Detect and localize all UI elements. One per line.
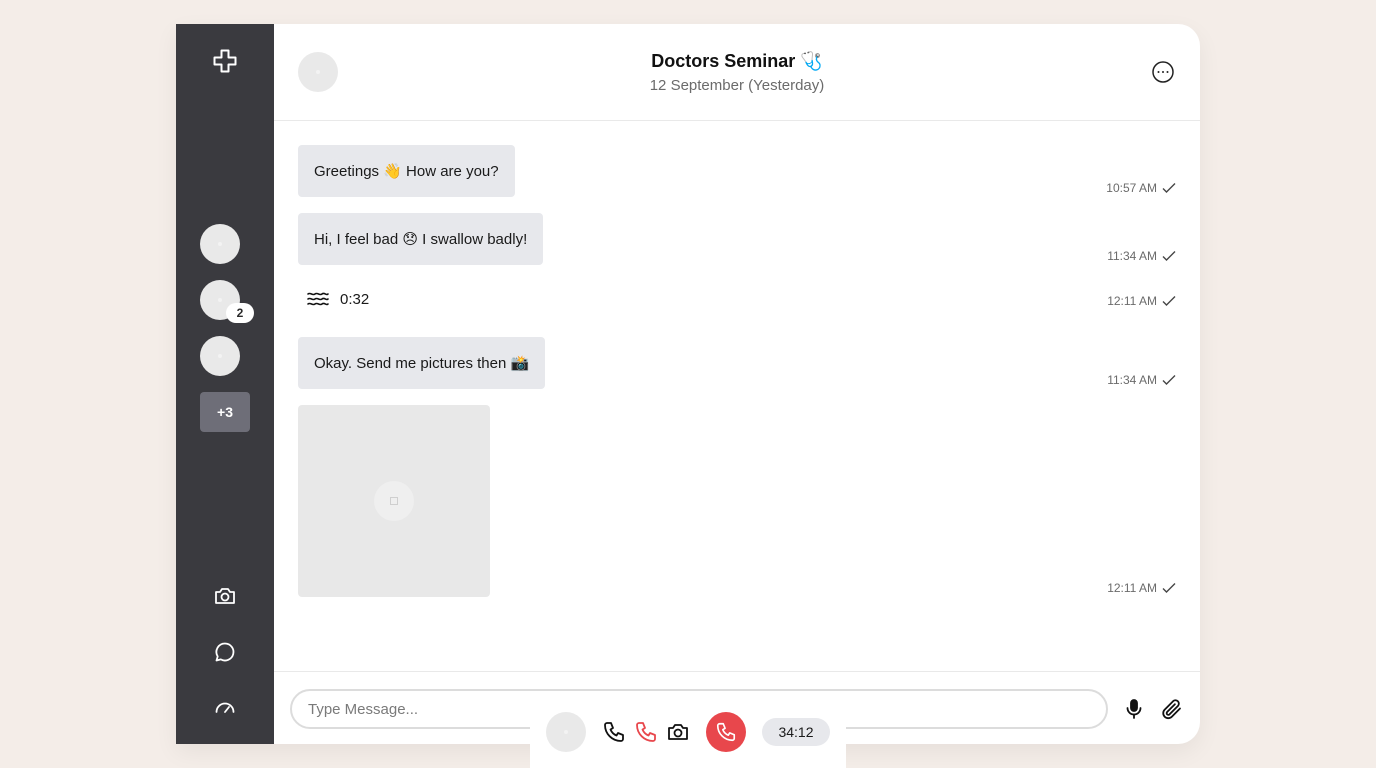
phone-red-icon[interactable] [634,720,658,744]
contact-avatar[interactable] [200,224,240,264]
chat-title: Doctors Seminar 🩺 [651,51,823,71]
message-timestamp: 12:11 AM [1107,581,1157,595]
check-icon [1162,582,1176,594]
sidebar: 2 +3 [176,24,274,744]
camera-icon[interactable] [213,584,237,608]
check-icon [1162,250,1176,262]
message-list: Greetings 👋 How are you? 10:57 AM Hi, I … [274,121,1200,671]
message-time: 10:57 AM [1106,181,1176,195]
hangup-button[interactable] [706,712,746,752]
voice-duration: 0:32 [340,290,370,308]
camera-icon[interactable] [666,720,690,744]
chat-window: 2 +3 Doctors Seminar 🩺 12 September (Yes… [176,24,1200,744]
chat-header: Doctors Seminar 🩺 12 September (Yesterda… [274,24,1200,121]
message-bubble[interactable]: Greetings 👋 How are you? [298,145,515,197]
message-bubble[interactable]: Okay. Send me pictures then 📸 [298,337,546,389]
hangup-icon [715,721,737,743]
more-options-icon[interactable] [1151,60,1175,84]
caller-avatar[interactable] [546,712,586,752]
chat-date: 12 September (Yesterday) [649,77,825,94]
check-icon [1162,182,1176,194]
message-time: 11:34 AM [1107,249,1176,263]
call-timer: 34:12 [762,718,830,746]
more-contacts-button[interactable]: +3 [200,392,250,432]
microphone-icon[interactable] [1122,697,1146,721]
message-time: 12:11 AM [1107,581,1176,595]
unread-badge: 2 [226,303,254,323]
gauge-icon[interactable] [213,696,237,720]
image-placeholder-icon [390,497,398,505]
call-bar: 34:12 [530,700,846,768]
image-message[interactable] [298,405,490,597]
message-time: 12:11 AM [1107,294,1176,308]
contact-avatar[interactable] [200,336,240,376]
chat-icon[interactable] [213,640,237,664]
message-bubble[interactable]: Hi, I feel bad 😞 I swallow badly! [298,213,544,265]
waveform-icon[interactable] [306,289,330,309]
message-timestamp: 11:34 AM [1107,373,1157,387]
check-icon [1162,295,1176,307]
phone-icon[interactable] [602,720,626,744]
message-timestamp: 12:11 AM [1107,294,1157,308]
plus-logo-icon[interactable] [212,48,238,74]
paperclip-icon[interactable] [1160,697,1184,721]
voice-message[interactable]: 0:32 [306,289,369,309]
check-icon [1162,374,1176,386]
message-timestamp: 11:34 AM [1107,249,1157,263]
message-timestamp: 10:57 AM [1106,181,1157,195]
message-time: 11:34 AM [1107,373,1176,387]
